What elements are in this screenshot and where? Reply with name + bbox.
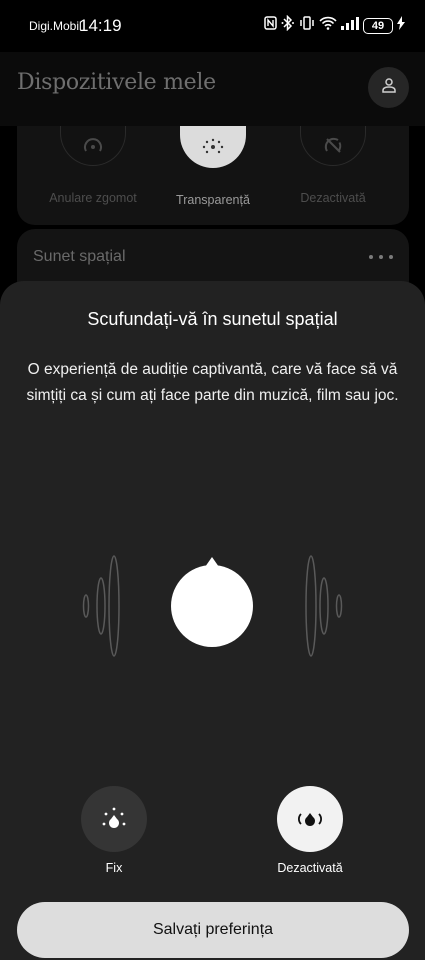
mode-fixed[interactable]: Fix (59, 786, 169, 875)
account-button[interactable] (368, 67, 409, 108)
noise-option-off[interactable]: Dezactivată (273, 126, 393, 205)
fixed-sound-icon[interactable] (81, 786, 147, 852)
transparency-icon (180, 126, 246, 168)
mode-label: Dezactivată (277, 861, 343, 875)
mode-off[interactable]: Dezactivată (255, 786, 365, 875)
spatial-sound-illustration (0, 541, 425, 671)
sound-waves-left (82, 555, 120, 657)
mode-label: Fix (105, 861, 123, 875)
charging-icon (397, 16, 405, 36)
signal-icon (341, 16, 359, 36)
status-bar: Digi.Mobil 14:19 49 (0, 0, 425, 52)
wifi-icon (319, 16, 337, 36)
spatial-sound-title: Sunet spațial (33, 248, 126, 265)
sheet-description: O experiență de audiție captivantă, care… (26, 361, 399, 404)
noise-option-label: Anulare zgomot (49, 191, 137, 205)
sheet-title: Scufundați-vă în sunetul spațial (87, 309, 338, 329)
app-header: Dispozitivele mele (0, 52, 425, 126)
off-icon (300, 126, 366, 166)
noise-option-transparency[interactable]: Transparență (153, 126, 273, 207)
battery-indicator: 49 (363, 18, 393, 34)
status-icons: 49 (264, 14, 405, 37)
noise-option-anc[interactable]: Anulare zgomot (33, 126, 153, 205)
more-icon[interactable] (369, 249, 393, 265)
noise-option-label: Transparență (176, 193, 250, 207)
noise-option-label: Dezactivată (300, 191, 366, 205)
page-title: Dispozitivele mele (17, 70, 216, 95)
sound-waves-right (305, 555, 343, 657)
save-preference-button[interactable]: Salvați preferința (17, 902, 409, 958)
status-time: 14:19 (79, 16, 122, 35)
noise-control-card: Anulare zgomot Transparență Dezactivată (17, 126, 409, 225)
bluetooth-icon (281, 14, 295, 37)
vibrate-icon (299, 16, 315, 36)
noise-cancel-icon (60, 126, 126, 166)
nfc-icon (264, 16, 277, 36)
spatial-sound-sheet: Scufundați-vă în sunetul spațial O exper… (0, 281, 425, 960)
carrier-name: Digi.Mobil (29, 19, 82, 33)
head-icon (171, 557, 253, 647)
spatial-off-icon[interactable] (277, 786, 343, 852)
person-icon (381, 77, 397, 98)
